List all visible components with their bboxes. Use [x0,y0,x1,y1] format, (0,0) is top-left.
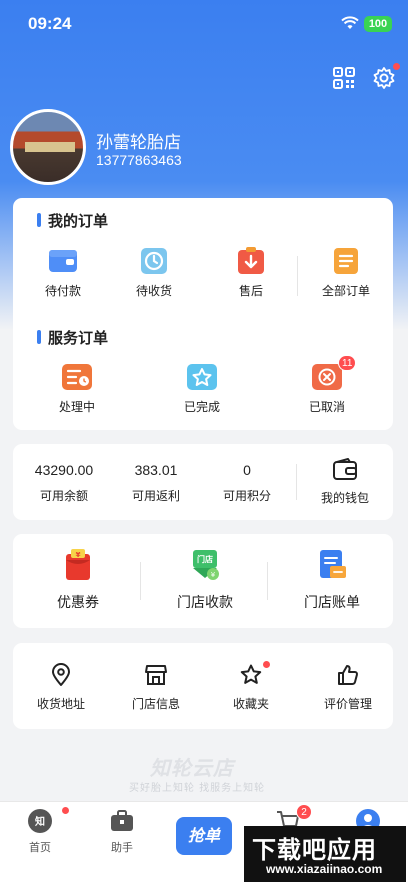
stat-balance-label: 可用余额 [39,489,88,503]
coupon-icon: ¥ [66,549,90,580]
more-favorites[interactable]: 收藏夹 [221,661,281,712]
store-avatar[interactable] [10,109,86,185]
service-completed[interactable]: 已完成 [174,362,230,415]
order-all[interactable]: 全部订单 [316,246,376,299]
service-processing[interactable]: 处理中 [49,362,105,415]
processing-icon [62,364,92,390]
tab-assistant[interactable]: 助手 [92,808,152,855]
more-services-card: 收货地址 门店信息 收藏夹 评价管理 [13,643,393,729]
wallet-outline-icon [333,458,357,480]
cancelled-count-badge: 11 [338,355,357,371]
tools-divider-2 [267,562,268,600]
orders-divider [297,256,298,296]
tab-home-label: 首页 [29,841,51,854]
stat-points-label: 可用积分 [222,489,271,503]
service-cancelled[interactable]: 已取消 11 [299,355,357,415]
tool-store-payment[interactable]: 门店 ¥ 门店收款 [167,548,243,612]
svg-text:¥: ¥ [76,551,81,559]
more-review-management-label: 评价管理 [323,697,372,711]
service-cancelled-label: 已取消 [308,400,345,414]
stat-balance[interactable]: 43290.00 可用余额 [19,462,109,504]
more-favorites-label: 收藏夹 [232,697,269,711]
clock-icon [141,248,167,274]
battery-indicator: 100 [364,16,392,32]
brand-watermark-logo: 知轮云店 [150,756,234,780]
order-after-sales-label: 售后 [238,284,263,298]
store-name: 孙蕾轮胎店 [96,133,181,153]
store-bill-icon [320,550,346,578]
return-icon [238,247,264,274]
grab-order-button[interactable]: 抢单 [176,817,232,855]
home-notification-dot [62,807,69,814]
favorites-notification-dot [263,661,270,668]
location-pin-icon [52,663,70,686]
stat-balance-value: 43290.00 [34,462,94,478]
stat-points-value: 0 [243,462,251,478]
storefront-icon [145,665,167,685]
status-bar: 09:24 100 [0,0,408,50]
more-store-info[interactable]: 门店信息 [126,663,186,712]
order-pending-payment-label: 待付款 [44,284,81,298]
tool-store-payment-label: 门店收款 [177,595,233,611]
cart-count-badge: 2 [296,804,312,820]
order-after-sales[interactable]: 售后 [223,246,279,299]
stat-rebate-label: 可用返利 [131,489,180,503]
tool-store-bill[interactable]: 门店账单 [294,548,370,612]
settings-gear-icon[interactable] [372,66,396,90]
tool-coupon[interactable]: ¥ 优惠券 [43,548,113,612]
service-orders-title: 服务订单 [37,327,108,348]
stat-rebate[interactable]: 383.01 可用返利 [111,462,201,504]
finance-card: 43290.00 可用余额 383.01 可用返利 0 可用积分 我的钱包 [13,444,393,520]
tab-home[interactable]: 知 首页 [10,807,70,855]
thumbs-up-icon [338,665,358,685]
brand-watermark-slogan: 买好胎上知轮 找服务上知轮 [129,783,266,794]
more-address[interactable]: 收货地址 [31,663,91,712]
home-logo-icon: 知 [28,809,52,833]
tools-card: ¥ 优惠券 门店 ¥ 门店收款 门店账单 [13,534,393,628]
stat-rebate-value: 383.01 [134,462,178,478]
order-pending-receipt-label: 待收货 [135,284,172,298]
orders-card: 我的订单 待付款 待收货 售后 全部订单 服务订单 处理中 已完成 已取消 11 [13,198,393,430]
order-list-icon [334,248,358,274]
store-payment-icon: 门店 ¥ [193,550,219,580]
store-payment-icon-text: 门店 [197,554,213,564]
briefcase-icon [111,810,133,831]
settings-notification-dot [393,63,400,70]
service-completed-label: 已完成 [183,400,220,414]
order-all-label: 全部订单 [321,284,370,298]
tools-divider-1 [140,562,141,600]
more-address-label: 收货地址 [36,697,85,711]
more-store-info-label: 门店信息 [131,697,180,711]
avatar-storefront-sign [25,142,75,152]
order-pending-receipt[interactable]: 待收货 [126,246,182,299]
download-site-title: 下载吧应用 [252,836,377,864]
my-wallet-label: 我的钱包 [320,491,369,505]
tool-coupon-label: 优惠券 [57,595,99,611]
qr-code-icon[interactable] [333,67,355,89]
wifi-icon [341,16,359,29]
more-review-management[interactable]: 评价管理 [316,663,380,712]
tab-assistant-label: 助手 [111,841,133,854]
wallet-icon [49,250,77,272]
my-wallet[interactable]: 我的钱包 [313,458,377,506]
finance-divider [296,464,297,500]
svg-text:知: 知 [34,815,45,828]
order-pending-payment[interactable]: 待付款 [35,246,91,299]
status-time: 09:24 [28,14,72,33]
star-icon [240,664,262,684]
store-phone: 13777863463 [96,152,182,168]
my-orders-title: 我的订单 [37,210,108,231]
tool-store-bill-label: 门店账单 [304,595,360,611]
svg-text:¥: ¥ [211,571,216,579]
download-site-url: www.xiazaiinao.com [266,862,383,876]
stat-points[interactable]: 0 可用积分 [202,462,292,504]
download-site-banner: 下载吧应用 www.xiazaiinao.com [244,826,406,882]
service-processing-label: 处理中 [58,400,95,414]
completed-star-icon [187,364,217,390]
